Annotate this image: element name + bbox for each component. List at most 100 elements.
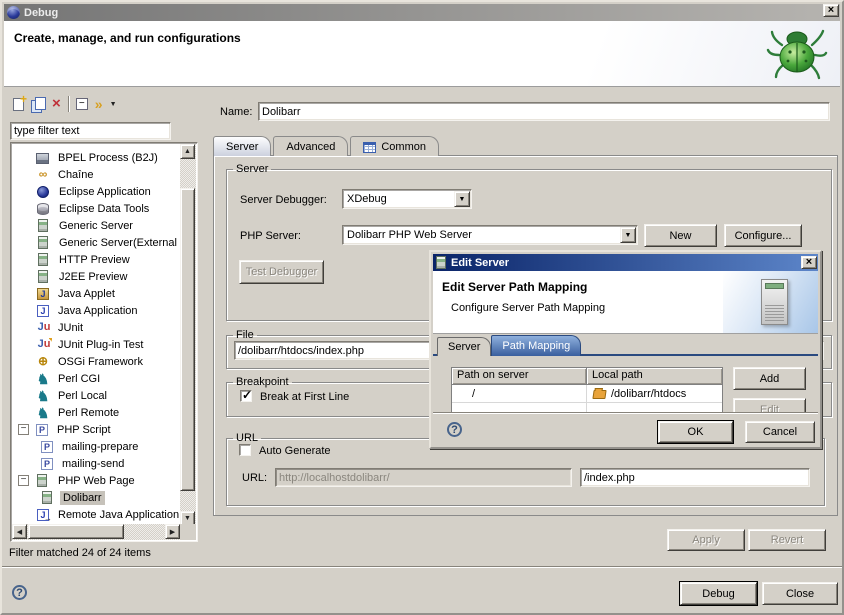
path-on-server-cell: / bbox=[452, 385, 587, 402]
dialog-titlebar[interactable]: Edit Server bbox=[433, 254, 818, 271]
tree-item-http-preview[interactable]: HTTP Preview bbox=[13, 251, 179, 268]
tree-item-j2ee-preview[interactable]: J2EE Preview bbox=[13, 268, 179, 285]
tab-server[interactable]: Server bbox=[213, 136, 271, 156]
scroll-right-button[interactable]: ▶ bbox=[165, 524, 180, 539]
chevron-down-icon[interactable]: ▼ bbox=[454, 191, 470, 207]
tree-item-java-applet[interactable]: Java Applet bbox=[13, 285, 179, 302]
tree-item-generic-server-external-la[interactable]: Generic Server(External La bbox=[13, 234, 179, 251]
tree-item-php-script[interactable]: − PHP Script bbox=[13, 421, 179, 438]
debug-configurations-window: Debug × Create, manage, and run configur… bbox=[0, 0, 844, 615]
test-debugger-button[interactable]: Test Debugger bbox=[239, 260, 324, 284]
delete-config-icon[interactable] bbox=[52, 97, 61, 111]
junit-icon bbox=[36, 321, 52, 335]
dialog-tab-server[interactable]: Server bbox=[437, 337, 491, 356]
configure-button[interactable]: Configure... bbox=[724, 224, 802, 247]
expander-minus-icon[interactable]: − bbox=[18, 424, 29, 435]
collapse-all-icon[interactable] bbox=[76, 98, 88, 110]
auto-generate-label: Auto Generate bbox=[259, 445, 331, 457]
tree-item-perl-remote[interactable]: Perl Remote bbox=[13, 404, 179, 421]
filter-icon[interactable] bbox=[95, 98, 103, 111]
tree-item-generic-server[interactable]: Generic Server bbox=[13, 217, 179, 234]
remote-java-icon bbox=[37, 509, 49, 521]
tree-horizontal-scrollbar[interactable]: ◀ ▶ bbox=[12, 524, 180, 540]
server-debugger-combo[interactable]: XDebug ▼ bbox=[342, 189, 472, 209]
chevron-down-icon[interactable]: ▼ bbox=[620, 227, 636, 243]
tab-advanced[interactable]: Advanced bbox=[273, 136, 348, 156]
config-tree: BPEL Process (B2J)ChaîneEclipse Applicat… bbox=[13, 145, 179, 523]
new-config-icon[interactable] bbox=[13, 98, 24, 111]
tree-item-eclipse-data-tools[interactable]: Eclipse Data Tools bbox=[13, 200, 179, 217]
tree-item-perl-local[interactable]: Perl Local bbox=[13, 387, 179, 404]
tree-item-mailing-send[interactable]: mailing-send bbox=[13, 455, 179, 472]
tree-item-label: JUnit Plug-in Test bbox=[55, 338, 146, 352]
tree-indent bbox=[17, 185, 30, 198]
tree-indent bbox=[17, 151, 30, 164]
add-mapping-button[interactable]: Add bbox=[733, 367, 806, 390]
dialog-close-button[interactable]: × bbox=[801, 256, 817, 269]
dialog-content: Path on server Local path //dolibarr/htd… bbox=[433, 358, 818, 414]
tree-item-php-web-page[interactable]: −PHP Web Page bbox=[13, 472, 179, 489]
banner-heading: Create, manage, and run configurations bbox=[14, 31, 241, 45]
tree-item-label: PHP Script bbox=[54, 423, 114, 437]
debug-button[interactable]: Debug bbox=[680, 582, 757, 605]
tree-item-mailing-prepare[interactable]: mailing-prepare bbox=[13, 438, 179, 455]
tree-item-osgi-framework[interactable]: OSGi Framework bbox=[13, 353, 179, 370]
tab-common[interactable]: Common bbox=[350, 136, 439, 156]
dialog-heading: Edit Server Path Mapping bbox=[442, 280, 587, 294]
vertical-scroll-thumb[interactable] bbox=[180, 188, 195, 491]
footer-separator bbox=[2, 566, 842, 568]
path-mapping-row[interactable]: //dolibarr/htdocs bbox=[452, 385, 722, 402]
dialog-tab-path-mapping[interactable]: Path Mapping bbox=[491, 335, 581, 356]
scroll-up-button[interactable]: ▲ bbox=[180, 144, 195, 159]
new-server-button[interactable]: New bbox=[644, 224, 717, 247]
url-group-legend: URL bbox=[233, 432, 261, 444]
tree-vertical-scrollbar[interactable]: ▲ ▼ bbox=[180, 144, 196, 526]
tree-item-junit[interactable]: JUnit bbox=[13, 319, 179, 336]
window-titlebar[interactable]: Debug bbox=[4, 4, 840, 21]
tree-item-dolibarr[interactable]: Dolibarr bbox=[13, 489, 179, 506]
php-server-combo[interactable]: Dolibarr PHP Web Server ▼ bbox=[342, 225, 638, 245]
tree-item-label: J2EE Preview bbox=[56, 270, 130, 284]
tree-item-label: JUnit bbox=[55, 321, 86, 335]
php-icon bbox=[36, 424, 48, 436]
tree-item-label: BPEL Process (B2J) bbox=[55, 151, 161, 165]
server-icon bbox=[38, 219, 48, 232]
apply-button[interactable]: Apply bbox=[667, 529, 745, 551]
tree-indent bbox=[17, 168, 30, 181]
tree-item-eclipse-application[interactable]: Eclipse Application bbox=[13, 183, 179, 200]
tree-item-java-application[interactable]: Java Application bbox=[13, 302, 179, 319]
filter-input[interactable] bbox=[10, 122, 171, 140]
column-local-path[interactable]: Local path bbox=[587, 368, 722, 385]
auto-generate-checkbox[interactable] bbox=[239, 444, 251, 456]
tree-item-junit-plug-in-test[interactable]: JUnit Plug-in Test bbox=[13, 336, 179, 353]
cancel-button[interactable]: Cancel bbox=[745, 421, 815, 443]
scroll-left-button[interactable]: ◀ bbox=[12, 524, 27, 539]
tree-item-cha-ne[interactable]: Chaîne bbox=[13, 166, 179, 183]
tree-indent bbox=[17, 372, 30, 385]
ok-button[interactable]: OK bbox=[658, 421, 733, 443]
window-close-button[interactable]: × bbox=[823, 4, 839, 17]
name-input[interactable] bbox=[258, 102, 830, 121]
help-icon[interactable]: ? bbox=[12, 585, 27, 600]
config-toolbar bbox=[9, 92, 117, 116]
tree-indent bbox=[17, 270, 30, 283]
column-path-on-server[interactable]: Path on server bbox=[452, 368, 587, 385]
horizontal-scroll-thumb[interactable] bbox=[28, 524, 124, 539]
tree-item-remote-java-application[interactable]: Remote Java Application bbox=[13, 506, 179, 523]
dialog-help-icon[interactable]: ? bbox=[447, 422, 462, 437]
server-tower-icon bbox=[761, 279, 788, 325]
folder-icon bbox=[592, 390, 606, 399]
tree-item-label: Generic Server bbox=[56, 219, 136, 233]
tree-item-label: HTTP Preview bbox=[56, 253, 133, 267]
close-button[interactable]: Close bbox=[762, 582, 838, 605]
menu-dropdown-icon[interactable] bbox=[110, 101, 117, 108]
url-path-input[interactable] bbox=[580, 468, 810, 487]
duplicate-config-icon[interactable] bbox=[31, 97, 45, 111]
break-first-line-checkbox[interactable] bbox=[240, 390, 252, 402]
tree-item-label: Dolibarr bbox=[60, 491, 105, 505]
revert-button[interactable]: Revert bbox=[748, 529, 826, 551]
expander-minus-icon[interactable]: − bbox=[18, 475, 29, 486]
tree-item-perl-cgi[interactable]: Perl CGI bbox=[13, 370, 179, 387]
tab-label: Common bbox=[381, 141, 426, 153]
tree-item-bpel-process-b2j-[interactable]: BPEL Process (B2J) bbox=[13, 149, 179, 166]
